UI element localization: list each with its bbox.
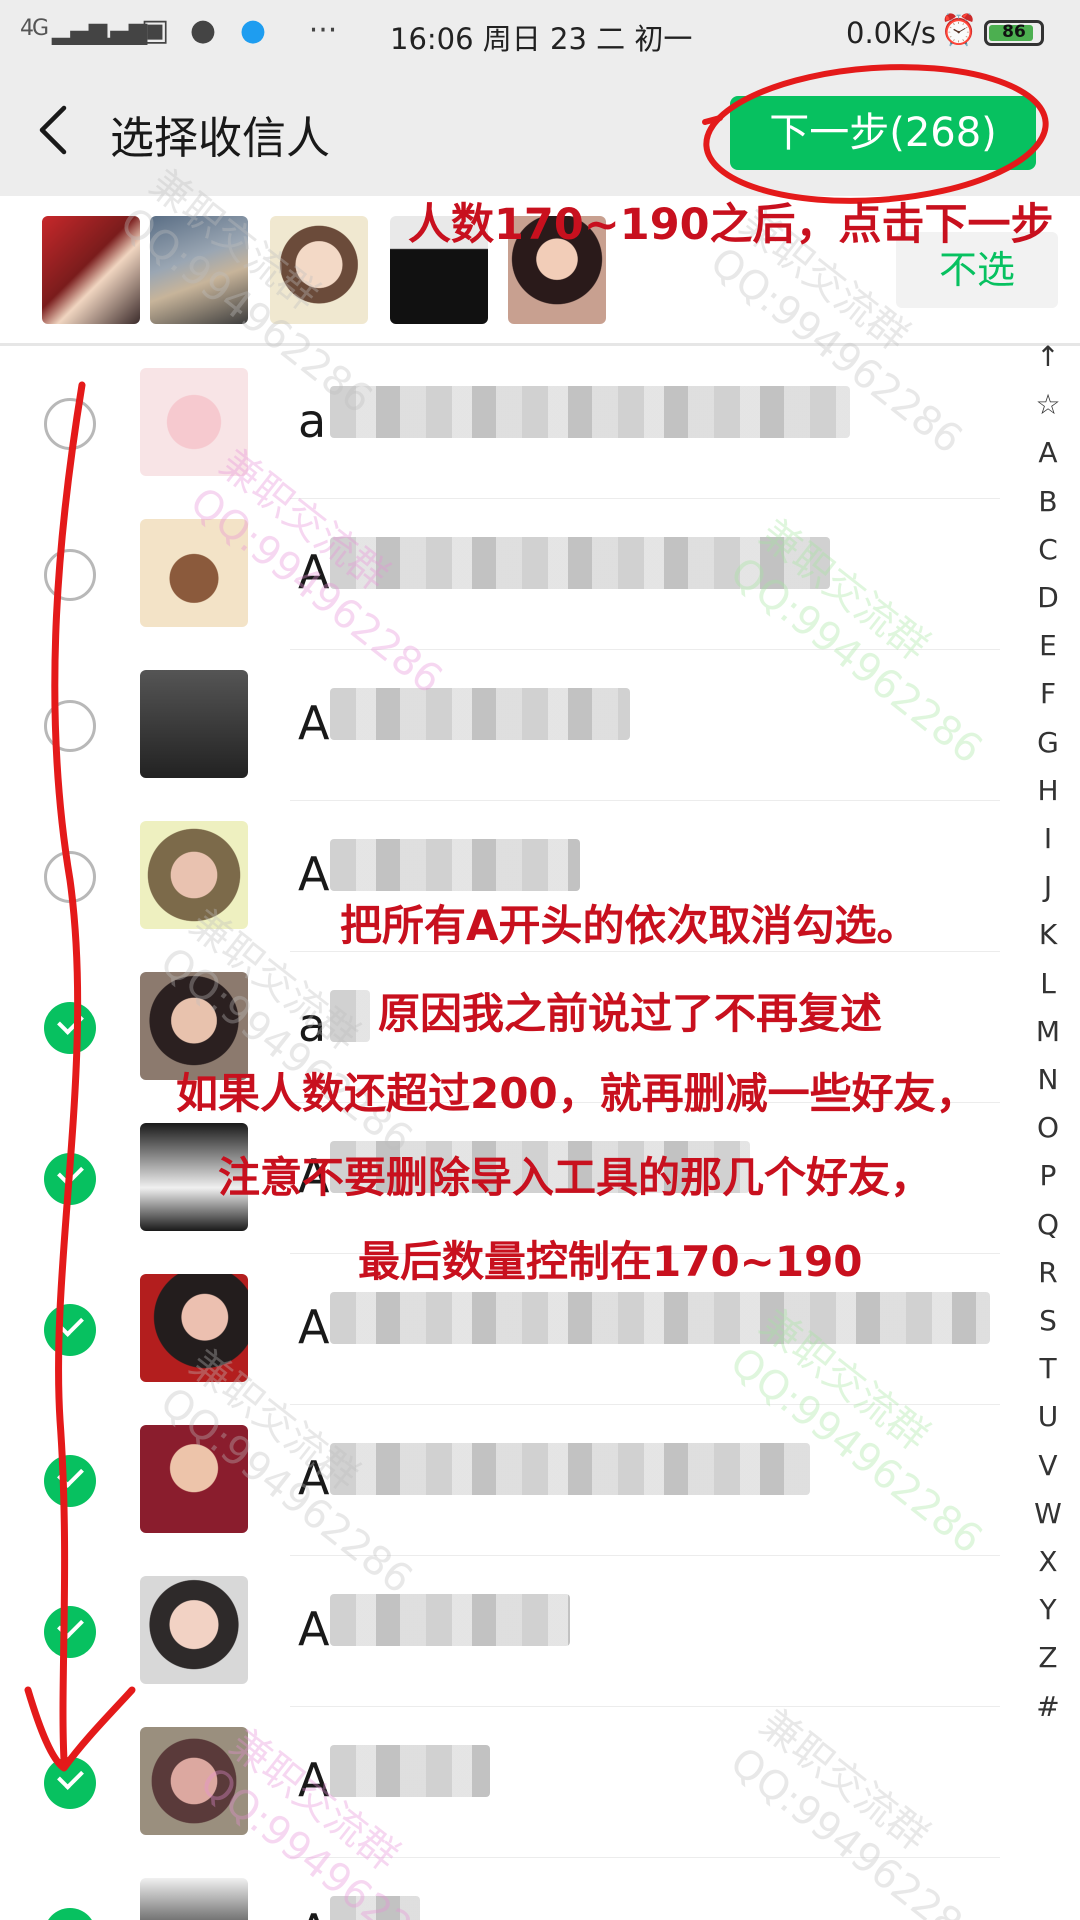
wechat-icon: ● [189,13,217,48]
contact-name: A [298,847,330,901]
battery-level: 86 [1002,22,1026,42]
checkbox-empty-icon[interactable] [44,700,96,752]
index-letter[interactable]: ☆ [1020,388,1076,421]
contact-avatar [140,821,248,929]
annotation-line: 如果人数还超过200，就再删减一些好友， [176,1069,978,1118]
checkbox-empty-icon[interactable] [44,549,96,601]
network-type: 4G [20,16,49,41]
blurred-name [330,1594,570,1646]
index-letter[interactable]: P [1020,1159,1076,1192]
annotation-top: 人数170~190之后，点击下一步 [408,200,1054,250]
index-letter[interactable]: H [1020,774,1076,807]
checkbox-checked-icon[interactable] [44,1455,96,1507]
contact-name: A [298,1300,330,1354]
index-letter[interactable]: M [1020,1015,1076,1048]
blurred-name [330,839,580,891]
blurred-name [330,1745,490,1797]
index-letter[interactable]: X [1020,1545,1076,1578]
index-letter[interactable]: G [1020,726,1076,759]
blurred-name [330,1292,990,1344]
index-letter[interactable]: K [1020,918,1076,951]
blurred-name [330,386,850,438]
index-letter[interactable]: # [1020,1690,1076,1723]
wechat-select-recipients-screen: 4G ▂▄▆ ▂▄▆ ▣ ● ● ··· 16:06 周日 23 二 初一 0.… [0,0,1080,1920]
index-letter[interactable]: V [1020,1449,1076,1482]
index-letter[interactable]: T [1020,1352,1076,1385]
index-letter[interactable]: B [1020,485,1076,518]
checkbox-checked-icon[interactable] [44,1002,96,1054]
battery-icon: 86 [984,20,1044,46]
checkbox-empty-icon[interactable] [44,851,96,903]
index-letter[interactable]: E [1020,629,1076,662]
annotation-line: 注意不要删除导入工具的那几个好友， [218,1153,933,1202]
blurred-name [330,688,630,740]
index-letter[interactable]: N [1020,1063,1076,1096]
index-letter[interactable]: C [1020,533,1076,566]
status-time: 16:06 周日 23 二 初一 [390,22,693,56]
checkbox-checked-icon[interactable] [44,1153,96,1205]
index-letter[interactable]: ↑ [1020,340,1076,373]
annotation-line: 把所有A开头的依次取消勾选。 [340,901,919,950]
index-letter[interactable]: I [1020,822,1076,855]
status-bar: 4G ▂▄▆ ▂▄▆ ▣ ● ● ··· 16:06 周日 23 二 初一 0.… [0,0,1080,66]
contact-name: A [298,1904,329,1920]
back-arrow-icon[interactable] [34,102,74,158]
checkbox-checked-icon[interactable] [44,1304,96,1356]
index-letter[interactable]: F [1020,677,1076,710]
contact-avatar [140,670,248,778]
contact-row[interactable]: A [0,1556,1000,1707]
annotation-line: 原因我之前说过了不再复述 [378,989,883,1038]
index-letter[interactable]: L [1020,967,1076,1000]
checkbox-checked-icon[interactable] [44,1908,96,1920]
signal-icon: ▂▄▆ [52,17,108,45]
page-title: 选择收信人 [110,113,330,164]
index-letter[interactable]: D [1020,581,1076,614]
alarm-icon: ⏰ [940,13,978,48]
index-letter[interactable]: R [1020,1256,1076,1289]
checkbox-empty-icon[interactable] [44,398,96,450]
app-icon: ● [239,13,267,48]
index-letter[interactable]: W [1020,1497,1076,1530]
next-step-button[interactable]: 下一步(268) [730,96,1036,170]
index-letter[interactable]: O [1020,1111,1076,1144]
index-letter[interactable]: A [1020,436,1076,469]
annotation-line: 最后数量控制在170~190 [358,1237,863,1286]
checkbox-checked-icon[interactable] [44,1606,96,1658]
contact-name: A [298,1602,330,1656]
contact-name: a [298,394,327,448]
more-icon: ··· [308,13,338,48]
contact-avatar [140,1878,248,1920]
network-speed: 0.0K/s [846,16,937,50]
index-letter[interactable]: U [1020,1400,1076,1433]
signal-icon-2: ▂▄▆ [92,17,148,45]
blurred-name [330,1443,810,1495]
index-letter[interactable]: S [1020,1304,1076,1337]
index-letter[interactable]: J [1020,870,1076,903]
contact-avatar [140,1576,248,1684]
index-letter[interactable]: Z [1020,1641,1076,1674]
contact-name: A [298,696,330,750]
message-icon: ▣ [140,13,170,48]
index-letter[interactable]: Q [1020,1208,1076,1241]
index-letter[interactable]: Y [1020,1593,1076,1626]
checkbox-checked-icon[interactable] [44,1757,96,1809]
